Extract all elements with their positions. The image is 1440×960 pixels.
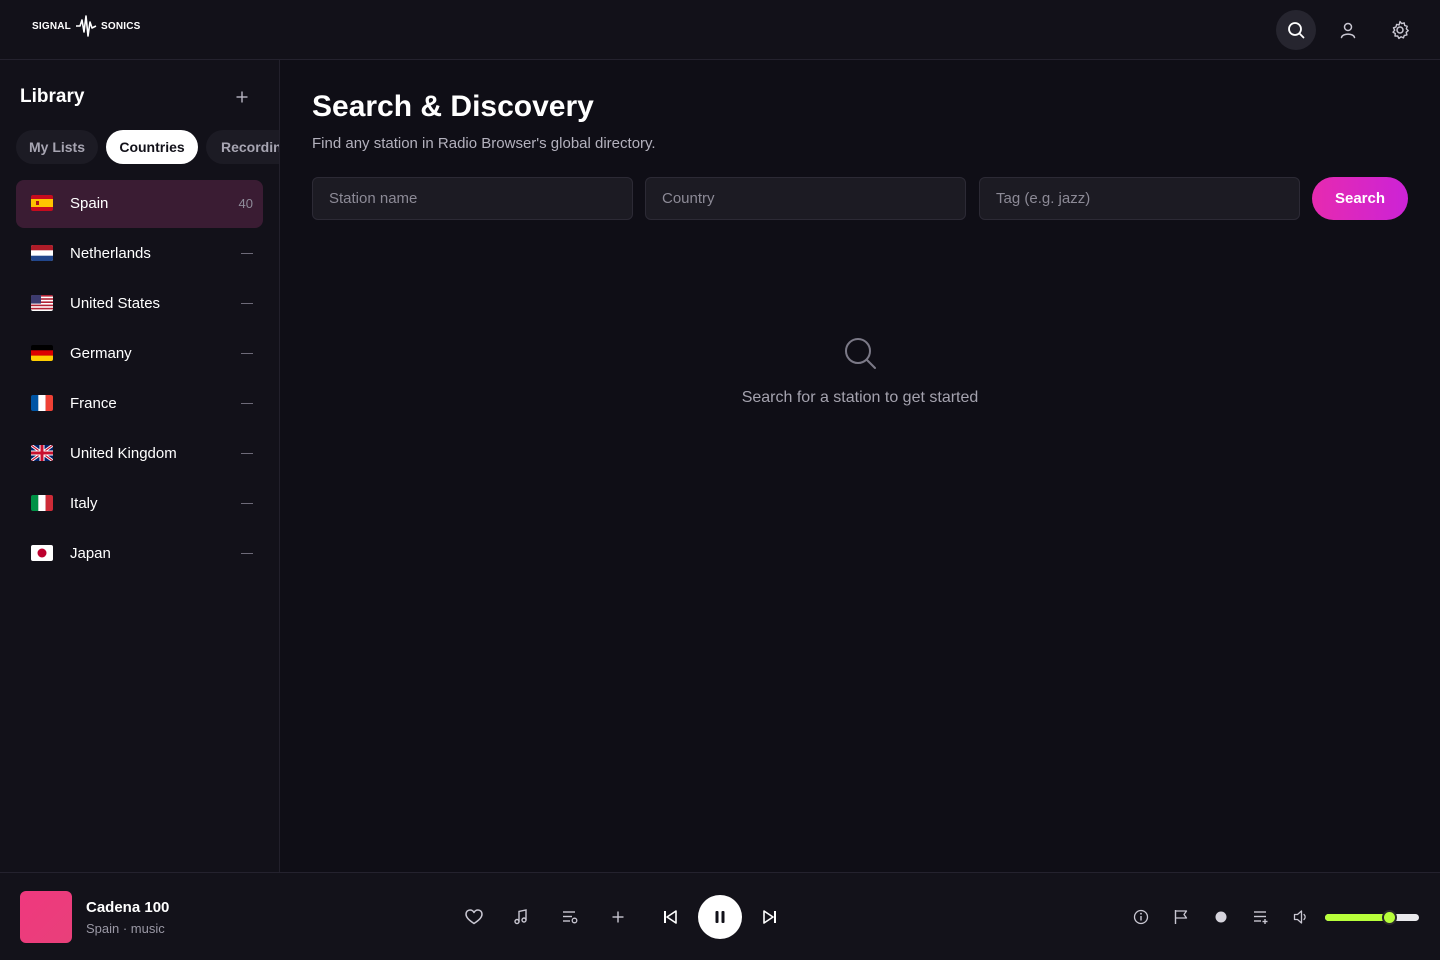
- country-name: France: [70, 395, 117, 412]
- playlist-settings-icon: [563, 911, 578, 924]
- country-name: Japan: [70, 545, 111, 562]
- mute-button[interactable]: [1291, 907, 1311, 927]
- country-item-united-kingdom[interactable]: United Kingdom: [16, 430, 263, 478]
- flag-france-icon: [31, 395, 53, 411]
- music-note-icon: [514, 909, 527, 925]
- plus-icon: [612, 911, 624, 923]
- info-icon: [1133, 909, 1149, 925]
- search-icon: [1288, 22, 1305, 39]
- library-sidebar: Library My Lists Countries Recordings Sp…: [0, 60, 280, 872]
- count-placeholder-dash: [241, 503, 253, 504]
- waveform-logo-icon: [75, 15, 97, 37]
- library-tabs: My Lists Countries Recordings: [16, 130, 279, 164]
- add-list-button[interactable]: [232, 87, 252, 107]
- next-button[interactable]: [760, 907, 780, 927]
- station-artwork[interactable]: [20, 891, 72, 943]
- empty-state-message: Search for a station to get started: [741, 389, 979, 406]
- logo-text-left: SIGNAL: [32, 20, 71, 32]
- tab-recordings[interactable]: Recordings: [206, 130, 279, 164]
- country-item-italy[interactable]: Italy: [16, 480, 263, 528]
- settings-button[interactable]: [1380, 10, 1420, 50]
- skip-next-icon: [763, 910, 776, 924]
- flag-japan-icon: [31, 545, 53, 561]
- logo-text-right: SONICS: [100, 20, 141, 32]
- volume-level: [1325, 914, 1389, 921]
- main-content: Search & Discovery Find any station in R…: [280, 60, 1440, 872]
- queue-icon: [1254, 911, 1268, 924]
- page-title: Search & Discovery: [312, 90, 594, 123]
- flag-united-states-icon: [31, 295, 53, 311]
- report-button[interactable]: [1171, 907, 1191, 927]
- count-placeholder-dash: [241, 403, 253, 404]
- country-list: Spain 40 Netherlands United States Germa…: [16, 180, 263, 580]
- country-input[interactable]: [645, 177, 966, 220]
- flag-netherlands-icon: [31, 245, 53, 261]
- country-name: Spain: [70, 195, 109, 212]
- country-item-spain[interactable]: Spain 40: [16, 180, 263, 228]
- country-name: United States: [70, 295, 161, 312]
- station-count: 40: [238, 196, 253, 211]
- queue-settings-button[interactable]: [560, 907, 580, 927]
- flag-spain-icon: [31, 195, 53, 211]
- player-bar: Cadena 100 Spain · music: [0, 872, 1440, 960]
- page-subtitle: Find any station in Radio Browser's glob…: [312, 135, 656, 152]
- country-item-japan[interactable]: Japan: [16, 530, 263, 578]
- now-playing-station[interactable]: Cadena 100: [86, 899, 169, 916]
- search-nav-button[interactable]: [1276, 10, 1316, 50]
- empty-state-search-icon: [845, 338, 876, 369]
- top-bar: SIGNAL SONICS: [0, 0, 1440, 60]
- now-playing-meta: Spain · music: [86, 921, 165, 936]
- search-button[interactable]: Search: [1312, 177, 1408, 220]
- count-placeholder-dash: [241, 453, 253, 454]
- add-to-list-button[interactable]: [608, 907, 628, 927]
- gear-icon: [1392, 20, 1409, 40]
- country-item-united-states[interactable]: United States: [16, 280, 263, 328]
- plus-icon: [236, 91, 248, 103]
- country-name: Netherlands: [70, 245, 151, 262]
- country-item-germany[interactable]: Germany: [16, 330, 263, 378]
- record-icon: [1215, 911, 1227, 923]
- tab-my-lists[interactable]: My Lists: [16, 130, 98, 164]
- app-logo[interactable]: SIGNAL SONICS: [32, 14, 141, 38]
- country-item-netherlands[interactable]: Netherlands: [16, 230, 263, 278]
- station-info-button[interactable]: [1131, 907, 1151, 927]
- country-item-france[interactable]: France: [16, 380, 263, 428]
- record-button[interactable]: [1211, 907, 1231, 927]
- volume-handle[interactable]: [1381, 910, 1397, 925]
- heart-icon: [465, 909, 483, 925]
- flag-icon: [1174, 910, 1188, 924]
- tab-countries[interactable]: Countries: [106, 130, 198, 164]
- tag-input[interactable]: [979, 177, 1300, 220]
- country-name: United Kingdom: [70, 445, 177, 462]
- pause-button[interactable]: [698, 895, 742, 939]
- country-name: Italy: [70, 495, 98, 512]
- favorite-button[interactable]: [464, 907, 484, 927]
- count-placeholder-dash: [241, 553, 253, 554]
- country-name: Germany: [70, 345, 132, 362]
- user-icon: [1340, 22, 1356, 39]
- count-placeholder-dash: [241, 303, 253, 304]
- volume-icon: [1293, 910, 1306, 924]
- account-button[interactable]: [1328, 10, 1368, 50]
- queue-button[interactable]: [1251, 907, 1271, 927]
- count-placeholder-dash: [241, 353, 253, 354]
- station-name-input[interactable]: [312, 177, 633, 220]
- count-placeholder-dash: [241, 253, 253, 254]
- flag-germany-icon: [31, 345, 53, 361]
- previous-button[interactable]: [660, 907, 680, 927]
- flag-united-kingdom-icon: [31, 445, 53, 461]
- volume-slider[interactable]: [1325, 910, 1419, 925]
- track-info-button[interactable]: [511, 907, 531, 927]
- pause-icon: [715, 911, 725, 923]
- library-title: Library: [20, 86, 85, 107]
- flag-italy-icon: [31, 495, 53, 511]
- skip-previous-icon: [664, 910, 677, 924]
